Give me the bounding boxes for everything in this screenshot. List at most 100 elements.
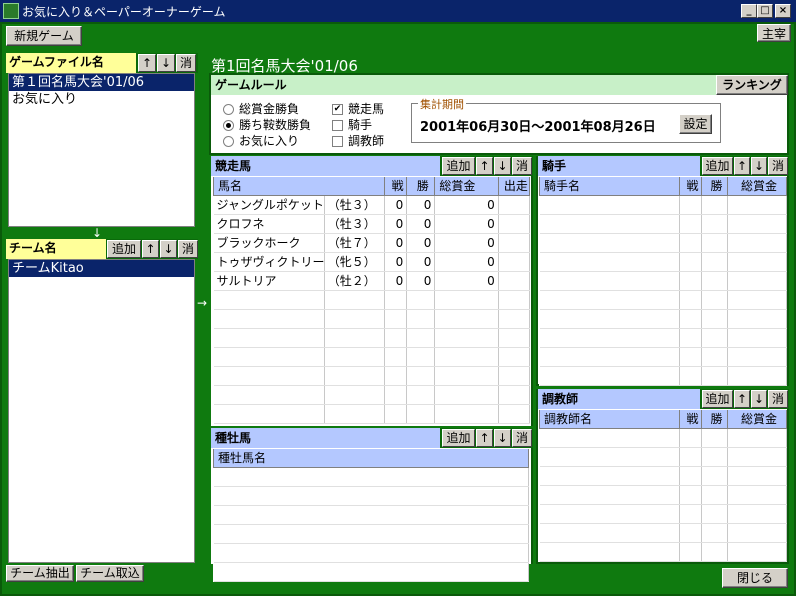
trainers-table[interactable]: 調教師名戦勝総賞金 [539,410,787,562]
sires-delete-button[interactable]: 消 [512,429,532,447]
new-game-button[interactable]: 新規ゲーム [6,26,82,46]
sires-up-button[interactable]: ↑ [476,429,493,447]
jockeys-down-button[interactable]: ↓ [751,157,767,175]
sires-row[interactable] [213,524,529,544]
jockeys-row[interactable] [539,214,787,234]
game-file-down-button[interactable]: ↓ [157,54,175,72]
horses-row[interactable] [213,385,531,405]
jockeys-column-header[interactable]: 勝 [701,177,728,196]
team-down-button[interactable]: ↓ [160,240,177,258]
horses-row[interactable] [213,366,531,386]
trainers-row[interactable] [539,504,787,524]
sires-row[interactable] [213,467,529,487]
jockeys-row[interactable] [539,328,787,348]
trainers-row[interactable] [539,447,787,467]
jockeys-add-button[interactable]: 追加 [702,157,733,175]
team-list-item[interactable]: チームKitao [9,260,194,277]
sires-table[interactable]: 種牡馬名 [213,449,529,582]
trainers-row[interactable] [539,485,787,505]
jockeys-table[interactable]: 騎手名戦勝総賞金 [539,177,787,386]
horses-row[interactable] [213,309,531,329]
target-checkbox[interactable]: 調教師 [332,133,412,149]
trainers-up-button[interactable]: ↑ [734,390,750,408]
horses-table[interactable]: 馬名戦勝総賞金 出走 ジャングルポケット （牡３） 0 0 0 クロフネ （牡３） 0 0 0 ブラック… [212,177,531,424]
trainers-column-header[interactable]: 総賞金 [727,410,787,429]
scoring-mode-radio[interactable]: 勝ち鞍数勝負 [223,117,333,133]
trainers-column-header[interactable]: 調教師名 [539,410,680,429]
sires-row[interactable] [213,562,529,582]
team-list[interactable]: チームKitao [8,259,195,563]
jockeys-row[interactable] [539,252,787,272]
target-checkbox[interactable]: 騎手 [332,117,412,133]
horses-up-button[interactable]: ↑ [476,157,493,175]
trainers-cell [727,523,787,543]
jockeys-column-header[interactable]: 騎手名 [539,177,680,196]
trainers-down-button[interactable]: ↓ [751,390,767,408]
trainers-row[interactable] [539,523,787,543]
jockeys-up-button[interactable]: ↑ [734,157,750,175]
horses-delete-button[interactable]: 消 [512,157,532,175]
sires-row[interactable] [213,505,529,525]
horses-column-header[interactable]: 総賞金 [434,177,499,196]
game-file-list-item[interactable]: 第１回名馬大会'01/06 [9,74,194,91]
jockeys-column-header[interactable]: 戦 [679,177,702,196]
jockeys-row[interactable] [539,195,787,215]
sires-down-button[interactable]: ↓ [494,429,511,447]
trainers-column-header[interactable]: 勝 [701,410,728,429]
sires-row[interactable] [213,543,529,563]
sires-row[interactable] [213,486,529,506]
horses-row[interactable] [213,347,531,367]
horses-row[interactable]: ブラックホーク （牡７） 0 0 0 [213,233,531,253]
horses-row[interactable]: クロフネ （牡３） 0 0 0 [213,214,531,234]
extract-team-button[interactable]: チーム抽出 [6,565,74,582]
horses-down-button[interactable]: ↓ [494,157,511,175]
game-file-up-button[interactable]: ↑ [138,54,156,72]
scoring-mode-radio[interactable]: 総賞金勝負 [223,101,333,117]
horses-column-header[interactable]: 勝 [406,177,436,196]
horses-add-button[interactable]: 追加 [442,157,475,175]
horses-row[interactable]: トゥザヴィクトリー （牝５） 0 0 0 [213,252,531,272]
team-add-button[interactable]: 追加 [107,240,141,258]
team-delete-button[interactable]: 消 [178,240,198,258]
maximize-button[interactable]: □ [757,4,773,18]
team-up-button[interactable]: ↑ [142,240,159,258]
jockeys-cell [701,347,728,367]
trainers-add-button[interactable]: 追加 [702,390,733,408]
horses-column-header[interactable]: 馬名 [212,177,386,196]
close-window-button[interactable]: × [775,4,791,18]
horses-row[interactable] [213,328,531,348]
jockeys-row[interactable] [539,233,787,253]
trainers-column-header[interactable]: 戦 [679,410,702,429]
host-button[interactable]: 主宰 [757,24,791,42]
jockeys-row[interactable] [539,309,787,329]
horses-row[interactable]: ジャングルポケット （牡３） 0 0 0 [213,195,531,215]
jockeys-row[interactable] [539,366,787,386]
period-set-button[interactable]: 設定 [679,114,712,134]
jockeys-row[interactable] [539,271,787,291]
close-button[interactable]: 閉じる [722,568,788,588]
sires-column-header[interactable]: 種牡馬名 [213,449,529,468]
horses-row[interactable] [213,404,531,424]
horses-column-header[interactable]: 出走 [497,177,531,196]
trainers-row[interactable] [539,466,787,486]
trainers-row[interactable] [539,428,787,448]
jockeys-row[interactable] [539,290,787,310]
import-team-button[interactable]: チーム取込 [76,565,144,582]
trainers-delete-button[interactable]: 消 [768,390,788,408]
jockeys-column-header[interactable]: 総賞金 [727,177,787,196]
jockeys-delete-button[interactable]: 消 [768,157,788,175]
trainers-row[interactable] [539,542,787,562]
ranking-button[interactable]: ランキング [716,75,788,95]
jockeys-row[interactable] [539,347,787,367]
sires-add-button[interactable]: 追加 [442,429,475,447]
minimize-button[interactable]: _ [741,4,757,18]
game-file-delete-button[interactable]: 消 [176,54,196,72]
horses-column-header[interactable]: 戦 [384,177,408,196]
scoring-mode-radio[interactable]: お気に入り [223,133,333,149]
game-file-list[interactable]: 第１回名馬大会'01/06 お気に入り [8,73,195,227]
target-checkbox[interactable]: ✔ 競走馬 [332,101,412,117]
trainers-cell [727,485,787,505]
horses-row[interactable] [213,290,531,310]
game-file-list-item[interactable]: お気に入り [9,91,194,108]
horses-row[interactable]: サルトリア （牡２） 0 0 0 [213,271,531,291]
